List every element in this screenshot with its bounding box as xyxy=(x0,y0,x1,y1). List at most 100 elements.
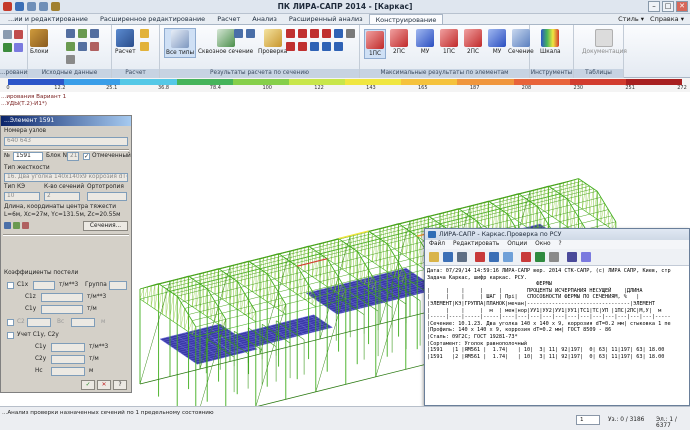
documentation-button[interactable]: Документация xyxy=(582,29,627,55)
tab-advanced-edit[interactable]: Расширенное редактирование xyxy=(94,14,211,24)
open-icon[interactable] xyxy=(51,2,60,11)
sigma-icon[interactable] xyxy=(286,29,295,38)
c1z-field[interactable] xyxy=(41,293,83,302)
style-menu[interactable]: Стиль ▾ xyxy=(618,14,644,24)
tau-4-icon[interactable] xyxy=(334,42,343,51)
menu-options[interactable]: Опции xyxy=(507,240,527,249)
menu-file[interactable]: Файл xyxy=(429,240,445,249)
group-field[interactable] xyxy=(109,281,127,290)
menu-edit[interactable]: Редактировать xyxy=(453,240,499,249)
c1y-2-field[interactable] xyxy=(51,343,85,352)
view-icon[interactable] xyxy=(14,30,23,39)
c1x-field[interactable] xyxy=(33,281,55,290)
open-folder-icon[interactable] xyxy=(429,252,439,262)
rsu-icon[interactable] xyxy=(78,42,87,51)
filter-icon[interactable] xyxy=(3,43,12,52)
apply-button[interactable]: ✓ xyxy=(81,380,95,390)
print-icon[interactable] xyxy=(457,252,467,262)
sigma-5-icon[interactable] xyxy=(286,42,295,51)
nodes-field[interactable]: 640 643 xyxy=(4,137,128,146)
element-2-icon[interactable] xyxy=(13,222,20,229)
model-icon[interactable] xyxy=(3,30,12,39)
result-mu-2-button[interactable]: МУ xyxy=(488,29,506,55)
element-icon[interactable] xyxy=(4,222,11,229)
maximize-button[interactable]: □ xyxy=(662,1,674,12)
blocks-button[interactable]: Блоки xyxy=(30,29,49,55)
bc-field[interactable] xyxy=(71,318,95,327)
undo-icon[interactable] xyxy=(27,2,36,11)
param-icon[interactable] xyxy=(66,55,75,64)
tau-icon[interactable] xyxy=(334,29,343,38)
help-menu[interactable]: Справка ▾ xyxy=(650,14,684,24)
tab-design[interactable]: Конструирование xyxy=(368,14,444,24)
copy-icon[interactable] xyxy=(549,252,559,262)
all-types-button[interactable]: Все типы xyxy=(164,28,197,58)
sigma-6-icon[interactable] xyxy=(298,42,307,51)
font-icon[interactable] xyxy=(475,252,485,262)
tab-analysis[interactable]: Анализ xyxy=(246,14,283,24)
excel-icon[interactable] xyxy=(535,252,545,262)
marked-checkbox[interactable]: ✓ xyxy=(83,153,90,160)
help-button[interactable]: ? xyxy=(113,380,127,390)
save-icon[interactable] xyxy=(15,2,24,11)
close-button[interactable]: ✕ xyxy=(676,1,688,12)
sigma-4-icon[interactable] xyxy=(322,29,331,38)
calc-button[interactable]: Расчет xyxy=(115,29,136,55)
hc-field[interactable] xyxy=(51,367,85,376)
stiffness-select[interactable]: 16. Два уголка 140х140х9 коррозия dT=0.2 xyxy=(4,173,128,182)
matrix-icon[interactable] xyxy=(90,29,99,38)
menu-window[interactable]: Окно xyxy=(535,240,550,249)
sigma-3-icon[interactable] xyxy=(310,29,319,38)
report-text[interactable]: Дата: 07/29/14 14:59:16 ЛИРА-САПР вер. 2… xyxy=(427,268,685,403)
cancel-button[interactable]: ✕ xyxy=(97,380,111,390)
lightning-icon[interactable] xyxy=(140,29,149,38)
redo-icon[interactable] xyxy=(39,2,48,11)
check-button[interactable]: Проверка xyxy=(258,29,287,55)
lightning-2-icon[interactable] xyxy=(140,42,149,51)
save-icon[interactable] xyxy=(443,252,453,262)
pdf-icon[interactable] xyxy=(521,252,531,262)
formula-icon[interactable] xyxy=(78,29,87,38)
result-2ps-button[interactable]: 2ПС xyxy=(390,29,408,55)
element-number-field[interactable]: 1591 xyxy=(13,152,43,161)
through-section-button[interactable]: Сквозное сечение xyxy=(198,29,253,55)
table-icon[interactable] xyxy=(66,29,75,38)
load-icon[interactable] xyxy=(66,42,75,51)
table-icon[interactable] xyxy=(567,252,577,262)
menu-help[interactable]: ? xyxy=(559,240,562,249)
c1x-checkbox[interactable] xyxy=(7,282,14,289)
c2-checkbox[interactable] xyxy=(7,319,14,326)
tab-advanced-analysis[interactable]: Расширенный анализ xyxy=(283,14,369,24)
result-1ps-2-button[interactable]: 1ПС xyxy=(440,29,458,55)
tau-2-icon[interactable] xyxy=(310,42,319,51)
sigma-2-icon[interactable] xyxy=(298,29,307,38)
fe-type-field[interactable]: 10 xyxy=(4,192,40,201)
element-3-icon[interactable] xyxy=(22,222,29,229)
result-2ps-2-button[interactable]: 2ПС xyxy=(464,29,482,55)
tab-calc[interactable]: Расчет xyxy=(211,14,246,24)
scale-button[interactable]: Шкала xyxy=(540,29,561,55)
minimize-button[interactable]: – xyxy=(648,1,660,12)
layer-icon[interactable] xyxy=(14,43,23,52)
orthotropy-field[interactable] xyxy=(87,192,127,201)
c2y-field[interactable] xyxy=(51,355,85,364)
steel-grid-2-icon[interactable] xyxy=(246,29,255,38)
help-icon[interactable] xyxy=(581,252,591,262)
steel-grid-icon[interactable] xyxy=(234,29,243,38)
app-logo-icon[interactable] xyxy=(3,2,12,11)
c1y-field[interactable] xyxy=(41,305,83,314)
search-icon[interactable] xyxy=(489,252,499,262)
result-1ps-button[interactable]: 1ПС xyxy=(364,29,386,59)
result-mu-button[interactable]: МУ xyxy=(416,29,434,55)
count-field[interactable]: 1 xyxy=(576,415,600,425)
cut-icon[interactable] xyxy=(503,252,513,262)
sections-button[interactable]: Сечения... xyxy=(83,221,128,231)
sections-count-field[interactable]: 2 xyxy=(44,192,80,201)
more-icon[interactable] xyxy=(346,29,355,38)
steel-icon[interactable] xyxy=(90,42,99,51)
tab-create-edit[interactable]: ...ии и редактирование xyxy=(2,14,94,24)
c2-field[interactable] xyxy=(27,318,51,327)
tau-3-icon[interactable] xyxy=(322,42,331,51)
block-field[interactable]: 21 xyxy=(67,152,79,161)
account-c1y-checkbox[interactable] xyxy=(7,332,14,339)
